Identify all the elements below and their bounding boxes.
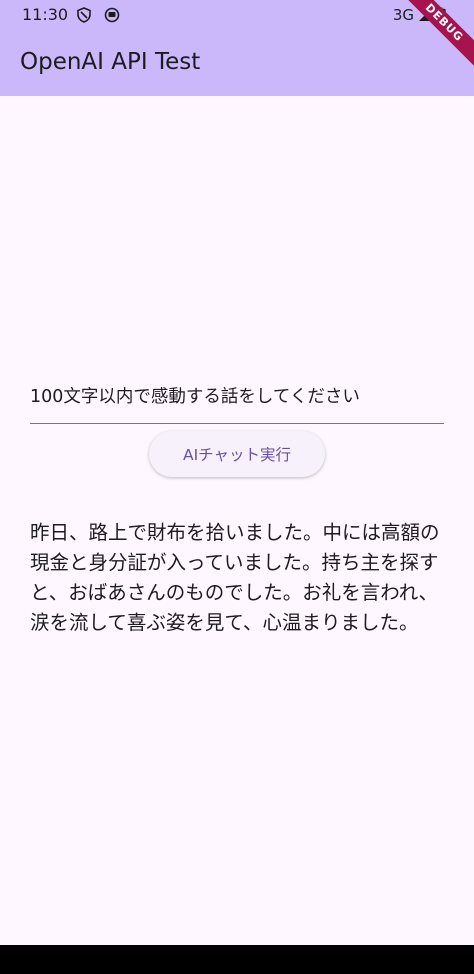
response-text: 昨日、路上で財布を拾いました。中には高額の現金と身分証が入っていました。持ち主を…	[30, 521, 440, 634]
ai-chat-button-label: AIチャット実行	[182, 446, 292, 464]
battery-icon	[436, 7, 446, 23]
network-type: 3G	[392, 6, 414, 24]
prompt-input[interactable]: 100文字以内で感動する話をしてください	[30, 380, 444, 424]
app-title: OpenAI API Test	[20, 49, 201, 75]
system-nav-bar	[0, 945, 474, 974]
status-bar: 11:30 3G	[0, 0, 474, 30]
shield-icon	[77, 7, 91, 23]
signal-icon	[419, 9, 431, 21]
app-bar: OpenAI API Test	[0, 30, 474, 96]
ai-chat-button[interactable]: AIチャット実行	[149, 431, 325, 477]
status-right: 3G	[393, 5, 446, 25]
sync-icon	[104, 7, 120, 23]
status-time: 11:30	[22, 5, 69, 24]
prompt-input-text: 100文字以内で感動する話をしてください	[30, 387, 360, 407]
